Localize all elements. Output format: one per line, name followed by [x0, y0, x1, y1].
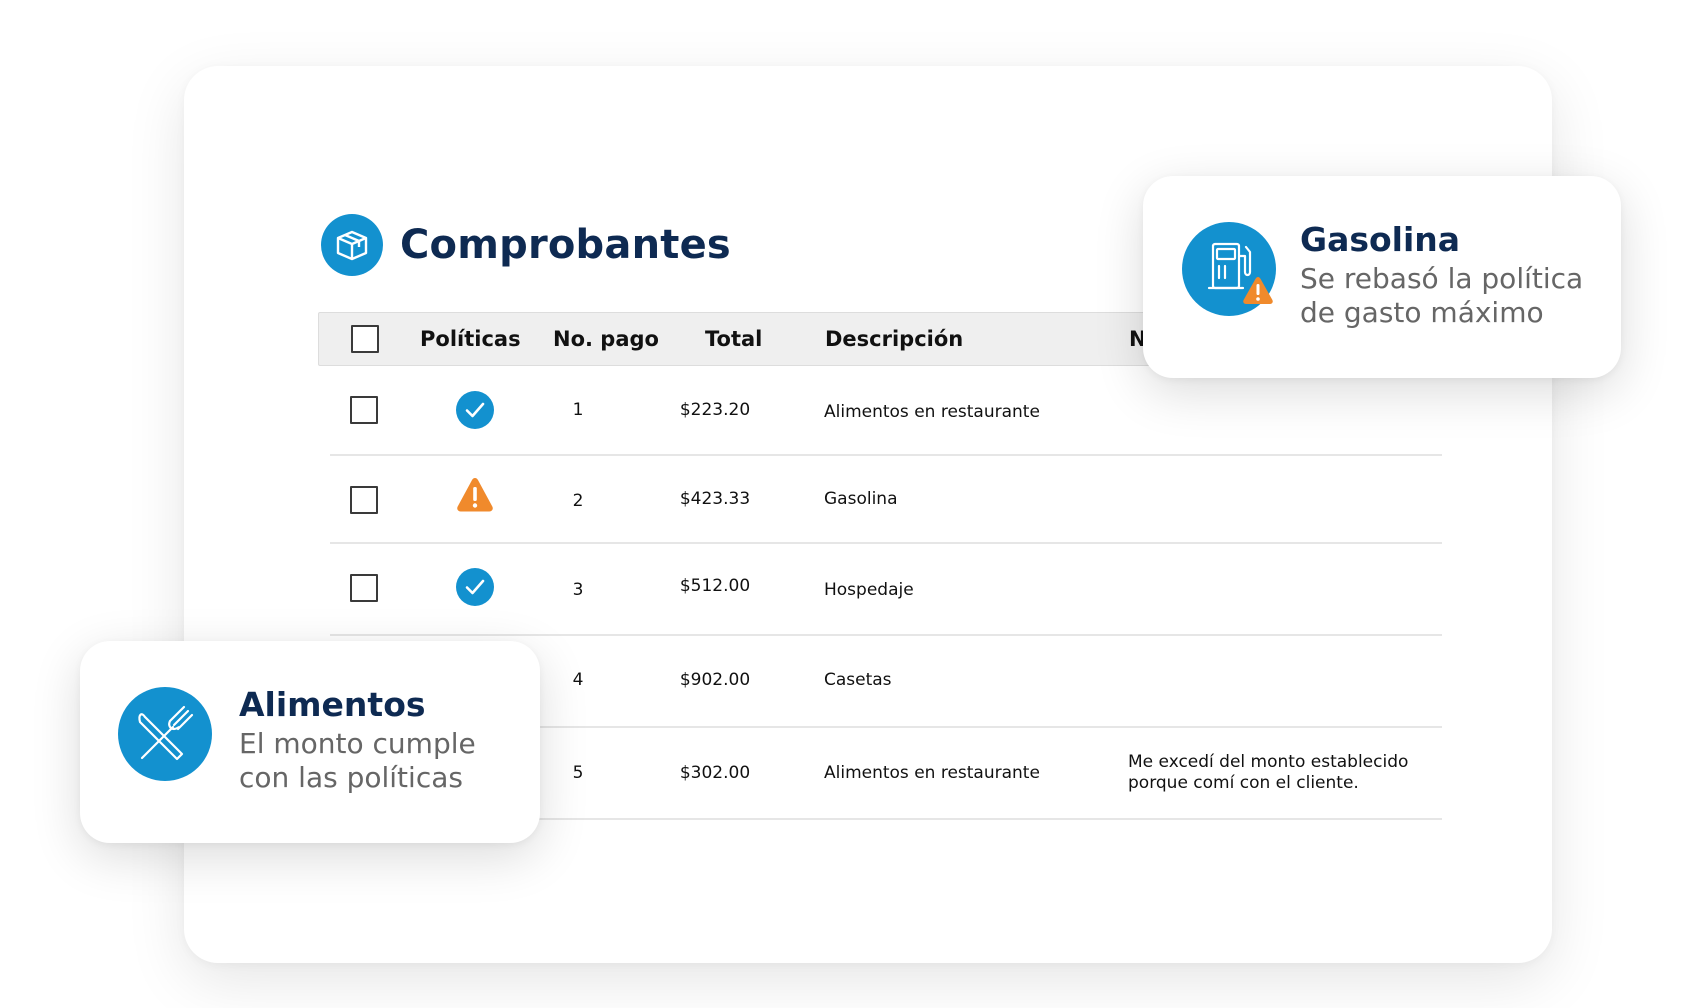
total: $423.33: [679, 489, 751, 509]
descripcion: Alimentos en restaurante: [824, 402, 1040, 422]
header-descripcion[interactable]: Descripción: [825, 313, 963, 365]
box-icon: [321, 214, 383, 276]
header-politicas[interactable]: Políticas: [420, 313, 521, 365]
popup-title: Alimentos: [239, 685, 426, 724]
header-total[interactable]: Total: [705, 313, 762, 365]
row-checkbox[interactable]: [350, 486, 378, 514]
no-pago: 3: [572, 580, 584, 600]
row-checkbox[interactable]: [350, 574, 378, 602]
descripcion: Hospedaje: [824, 580, 914, 600]
alimentos-popup: Alimentos El monto cumple con las políti…: [80, 641, 540, 843]
page-header: Comprobantes: [321, 214, 731, 276]
total: $302.00: [679, 763, 751, 783]
warning-triangle-icon: [457, 478, 493, 512]
popup-text: Se rebasó la política de gasto máximo: [1300, 262, 1584, 329]
no-pago: 4: [572, 670, 584, 690]
popup-title: Gasolina: [1300, 220, 1461, 259]
table-row[interactable]: 3 $512.00 Hospedaje: [330, 544, 1442, 636]
no-pago: 1: [572, 400, 584, 420]
descripcion: Gasolina: [824, 489, 898, 509]
no-pago: 2: [572, 491, 584, 511]
total: $902.00: [679, 670, 751, 690]
row-checkbox[interactable]: [350, 396, 378, 424]
descripcion: Alimentos en restaurante: [824, 763, 1040, 783]
table-row[interactable]: 1 $223.20 Alimentos en restaurante: [330, 366, 1442, 456]
nota: Me excedí del monto establecido porque c…: [1128, 752, 1409, 793]
check-circle-icon: [456, 568, 494, 606]
page-title: Comprobantes: [400, 222, 731, 268]
total: $512.00: [679, 576, 751, 596]
fork-knife-icon: [118, 687, 212, 781]
descripcion: Casetas: [824, 670, 892, 690]
gasolina-popup: Gasolina Se rebasó la política de gasto …: [1143, 176, 1621, 378]
stage: Comprobantes Políticas No. pago Total De…: [0, 0, 1701, 1008]
header-no-pago[interactable]: No. pago: [553, 313, 659, 365]
total: $223.20: [679, 400, 751, 420]
fuel-pump-warning-icon: [1182, 222, 1276, 316]
table-row[interactable]: 2 $423.33 Gasolina: [330, 456, 1442, 544]
select-all-checkbox[interactable]: [351, 325, 379, 353]
check-circle-icon: [456, 391, 494, 429]
no-pago: 5: [572, 763, 584, 783]
popup-text: El monto cumple con las políticas: [239, 727, 476, 794]
